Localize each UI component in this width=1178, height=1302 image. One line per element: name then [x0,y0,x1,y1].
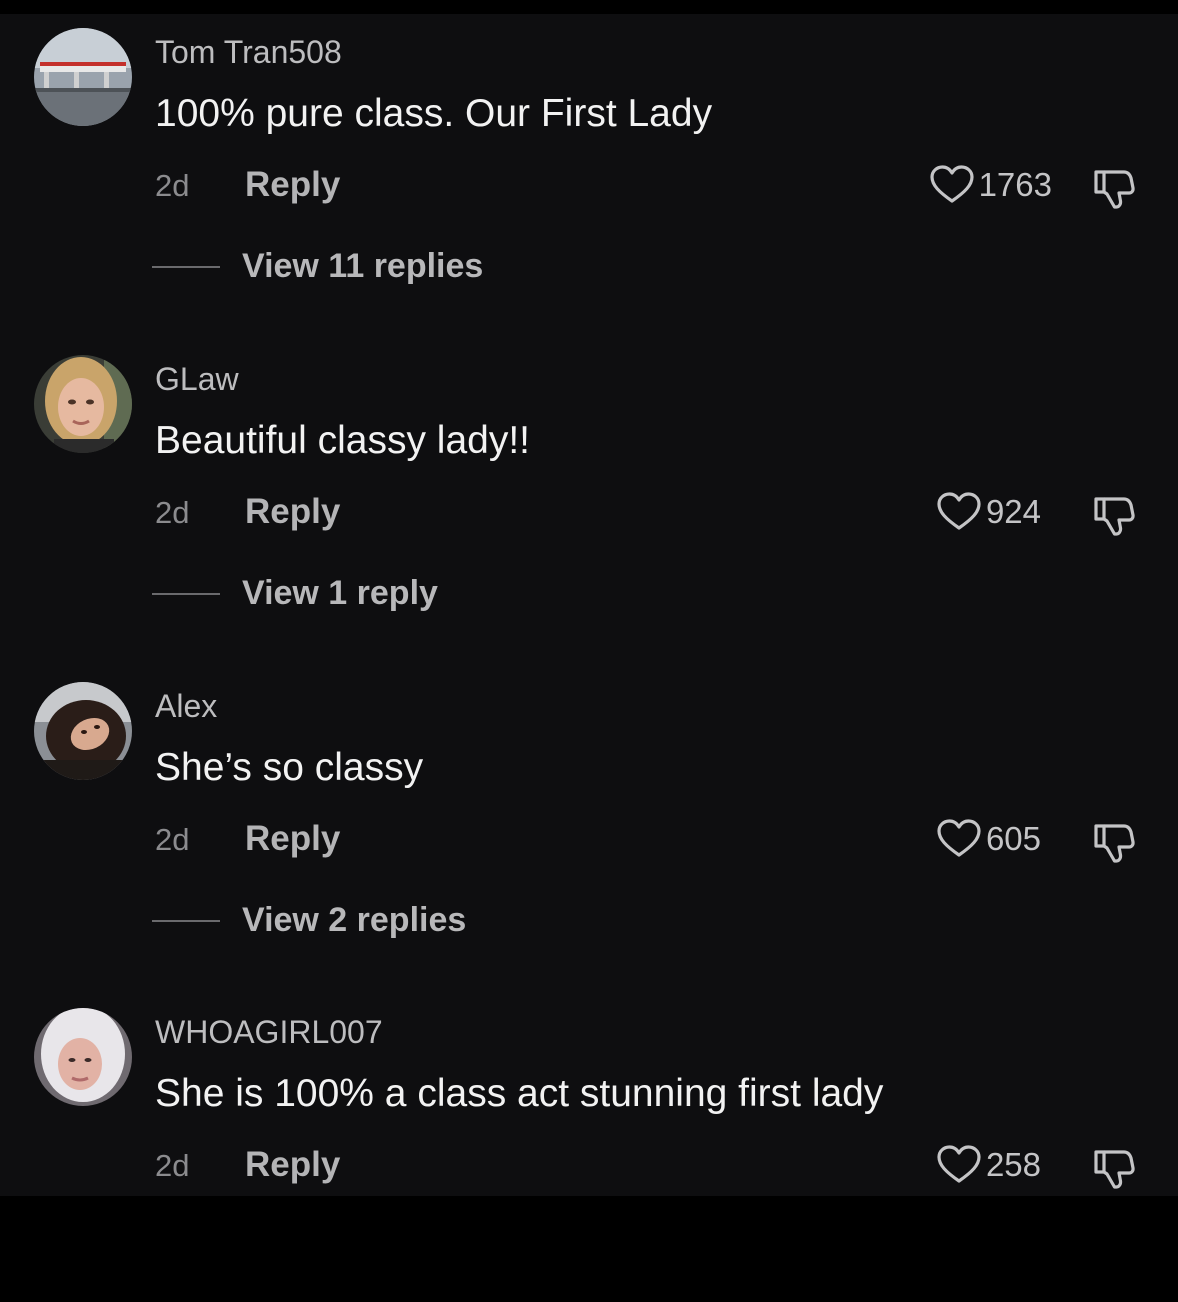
like-count: 605 [985,820,1041,857]
comment-item: Alex She’s so classy 2d Reply 605 View 2… [0,676,1178,976]
reply-button[interactable]: Reply [245,819,340,859]
avatar[interactable] [34,355,132,453]
like-button[interactable]: 1763 [929,165,1052,205]
like-button[interactable]: 605 [936,819,1041,859]
comment-item: Tom Tran508 100% pure class. Our First L… [0,22,1178,322]
heart-icon [929,165,974,203]
thumbs-down-icon [1094,824,1135,863]
like-count: 1763 [978,166,1052,203]
avatar[interactable] [34,682,132,780]
comment-time: 2d [155,822,190,857]
view-replies-link[interactable]: View 2 replies [152,901,466,940]
reply-button[interactable]: Reply [245,165,340,205]
comment-time: 2d [155,495,190,530]
blonde-woman-photo-icon [34,355,132,453]
heart-icon [937,492,981,530]
heart-icon [937,1145,981,1183]
comment-time: 2d [155,1148,190,1183]
view-replies-label: View 11 replies [242,247,484,285]
comment-text: Beautiful classy lady!! [155,419,531,462]
reply-button[interactable]: Reply [245,492,340,532]
dislike-button[interactable] [1092,821,1136,865]
top-edge [0,0,1178,14]
dark-hair-woman-photo-icon [34,682,132,780]
like-count: 258 [985,1146,1041,1183]
replies-divider-line [152,592,220,595]
view-replies-link[interactable]: View 1 reply [152,574,438,613]
thumbs-down-icon [1094,170,1135,209]
comment-text: She’s so classy [155,746,424,789]
reply-button[interactable]: Reply [245,1145,340,1185]
username[interactable]: GLaw [155,361,239,398]
comments-panel: Tom Tran508 100% pure class. Our First L… [0,14,1178,1196]
dislike-button[interactable] [1092,1147,1136,1191]
avatar[interactable] [34,1008,132,1106]
dislike-button[interactable] [1092,167,1136,211]
like-button[interactable]: 258 [936,1145,1041,1185]
thumbs-down-icon [1094,497,1135,536]
replies-divider-line [152,265,220,268]
view-replies-link[interactable]: View 11 replies [152,247,483,286]
dislike-button[interactable] [1092,494,1136,538]
platinum-hair-woman-photo-icon [34,1008,132,1106]
username[interactable]: Alex [155,688,217,725]
avatar[interactable] [34,28,132,126]
view-replies-label: View 2 replies [242,901,467,939]
comment-text: 100% pure class. Our First Lady [155,92,713,135]
username[interactable]: WHOAGIRL007 [155,1014,383,1051]
comment-text: She is 100% a class act stunning first l… [155,1072,884,1115]
heart-icon [937,819,981,857]
replies-divider-line [152,919,220,922]
comment-item: GLaw Beautiful classy lady!! 2d Reply 92… [0,349,1178,649]
view-replies-label: View 1 reply [242,574,438,612]
thumbs-down-icon [1094,1150,1135,1189]
comment-time: 2d [155,168,190,203]
username[interactable]: Tom Tran508 [155,34,342,71]
comment-item: WHOAGIRL007 She is 100% a class act stun… [0,1002,1178,1302]
like-count: 924 [985,493,1041,530]
gas-station-photo-icon [34,28,132,126]
like-button[interactable]: 924 [936,492,1041,532]
